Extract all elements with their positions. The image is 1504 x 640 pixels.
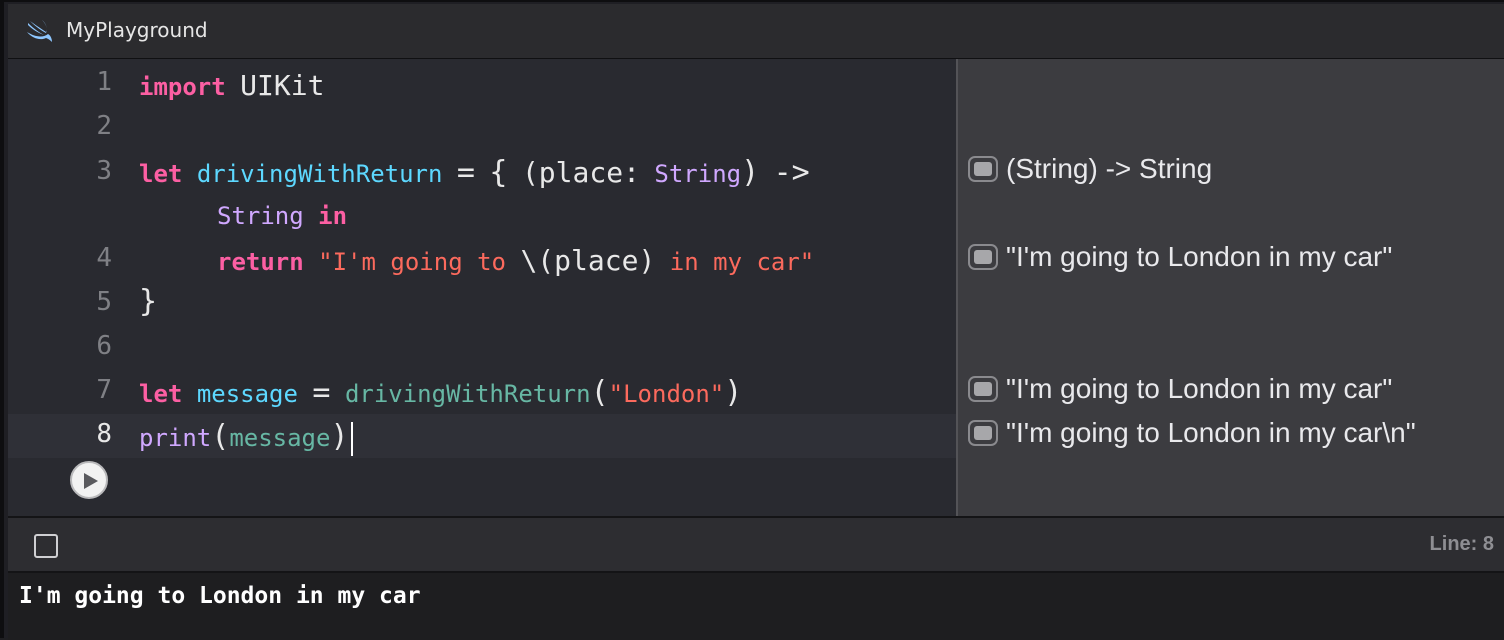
play-icon (84, 473, 98, 489)
debug-bar: Line: 8 (8, 516, 1504, 573)
result-row-line-8[interactable]: "I'm going to London in my car\n" (968, 413, 1416, 453)
module-name: UIKit (240, 69, 325, 102)
call-close: ) (724, 375, 743, 410)
return-type: String (217, 202, 304, 230)
quick-look-toggle-icon[interactable] (968, 376, 998, 402)
call-open: ( (211, 419, 230, 454)
close-brace: } (139, 284, 158, 319)
code-editor[interactable]: 1 2 3 4 5 6 7 8 import UIKit let driving… (8, 59, 956, 516)
keyword-let: let (139, 160, 183, 188)
line-number: 4 (96, 243, 112, 273)
line-number: 6 (96, 331, 112, 361)
quick-look-toggle-icon[interactable] (968, 156, 998, 182)
param-open: (place: (521, 156, 640, 189)
return-arrow: -> (773, 155, 810, 190)
quick-look-toggle-icon[interactable] (968, 244, 998, 270)
code-line-4[interactable]: return "I'm going to \(place) in my car" (217, 244, 814, 277)
string-literal-end: in my car" (669, 248, 815, 276)
line-number-current: 8 (96, 419, 112, 449)
code-line-7[interactable]: let message = drivingWithReturn("London"… (139, 375, 742, 410)
code-line-5[interactable]: } (139, 284, 157, 319)
keyword-import: import (139, 73, 226, 101)
keyword-let: let (139, 380, 183, 408)
result-row-line-7[interactable]: "I'm going to London in my car" (968, 369, 1392, 409)
open-brace: { (489, 155, 508, 190)
line-indicator: Line: 8 (1429, 533, 1494, 555)
line-number: 2 (96, 111, 112, 141)
param-close: ) (741, 155, 760, 190)
code-line-3-wrap[interactable]: String in (217, 202, 347, 230)
string-argument: "London" (608, 380, 725, 408)
line-number: 5 (96, 287, 112, 317)
line-number: 7 (96, 375, 112, 405)
operator-equals: = (312, 375, 331, 410)
code-line-3[interactable]: let drivingWithReturn = { (place: String… (139, 155, 810, 190)
title-bar: MyPlayground (8, 4, 1504, 59)
results-sidebar: (String) -> String "I'm going to London … (956, 59, 1504, 516)
constant-name: message (196, 380, 298, 408)
text-cursor (350, 422, 353, 456)
function-call: drivingWithReturn (344, 380, 591, 408)
result-value: "I'm going to London in my car" (1006, 241, 1393, 272)
param-type: String (654, 160, 742, 188)
print-argument: message (229, 424, 331, 452)
code-line-8[interactable]: print(message) (139, 419, 353, 456)
keyword-in: in (318, 202, 348, 230)
console-toggle-icon[interactable] (34, 534, 58, 558)
console-output: I'm going to London in my car (19, 583, 421, 609)
window-title: MyPlayground (66, 18, 208, 42)
line-number: 3 (96, 156, 112, 186)
call-open: ( (590, 375, 609, 410)
quick-look-toggle-icon[interactable] (968, 420, 998, 446)
code-line-1[interactable]: import UIKit (139, 69, 324, 102)
playground-window: MyPlayground 1 2 3 4 5 6 7 8 import UIKi… (0, 0, 1504, 640)
print-function: print (139, 424, 212, 452)
keyword-return: return (217, 248, 304, 276)
result-value: (String) -> String (1006, 153, 1213, 184)
string-interpolation: \(place) (520, 244, 656, 277)
call-close: ) (330, 419, 349, 454)
swift-icon (27, 20, 52, 42)
result-value: "I'm going to London in my car" (1006, 373, 1393, 404)
line-number: 1 (96, 67, 112, 97)
closure-name: drivingWithReturn (196, 160, 443, 188)
operator-equals: = (456, 155, 475, 190)
result-row-line-3[interactable]: (String) -> String (968, 149, 1212, 189)
run-button[interactable] (70, 461, 108, 499)
console-area[interactable]: I'm going to London in my car (8, 573, 1504, 640)
string-literal-start: "I'm going to (318, 248, 506, 276)
result-row-line-4[interactable]: "I'm going to London in my car" (968, 237, 1392, 277)
result-value: "I'm going to London in my car\n" (1006, 417, 1416, 448)
